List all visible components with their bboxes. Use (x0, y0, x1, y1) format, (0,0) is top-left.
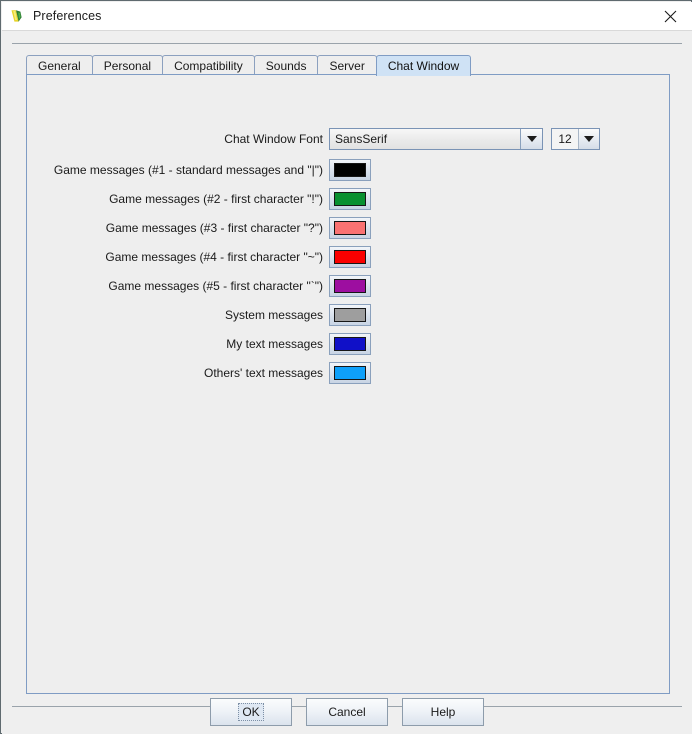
font-size-value: 12 (552, 129, 579, 149)
tab-server[interactable]: Server (317, 55, 377, 76)
color-swatch-button[interactable] (329, 333, 371, 355)
tab-general[interactable]: General (26, 55, 93, 76)
color-swatch-button[interactable] (329, 362, 371, 384)
color-swatch (334, 279, 366, 293)
color-swatch (334, 192, 366, 206)
color-row-label: Others' text messages (203, 366, 323, 380)
cancel-button-label: Cancel (328, 705, 366, 719)
tab-label: Personal (103, 59, 152, 73)
preferences-dialog: Preferences General Personal Compatibili… (0, 0, 692, 734)
tab-personal[interactable]: Personal (91, 55, 164, 76)
top-divider (12, 43, 682, 44)
tab-bar: General Personal Compatibility Sounds Se… (26, 54, 472, 76)
help-button[interactable]: Help (402, 698, 484, 726)
color-swatch-button[interactable] (329, 159, 371, 181)
color-swatch (334, 221, 366, 235)
ok-button[interactable]: OK (210, 698, 292, 726)
color-swatch-button[interactable] (329, 188, 371, 210)
color-row-others-text: Others' text messages (27, 361, 647, 385)
dialog-body: General Personal Compatibility Sounds Se… (2, 31, 692, 734)
color-swatch-button[interactable] (329, 246, 371, 268)
color-swatch (334, 366, 366, 380)
color-row-system: System messages (27, 303, 647, 327)
color-row-game-1: Game messages (#1 - standard messages an… (27, 158, 647, 182)
color-row-label: Game messages (#3 - first character "?") (105, 221, 323, 235)
dialog-button-bar: OK Cancel Help (2, 698, 692, 726)
color-row-label: Game messages (#4 - first character "~") (105, 250, 323, 264)
color-row-label: System messages (224, 308, 323, 322)
color-row-game-3: Game messages (#3 - first character "?") (27, 216, 647, 240)
chat-window-panel: Chat Window Font SansSerif 12 Game messa… (26, 74, 670, 694)
color-row-game-2: Game messages (#2 - first character "!") (27, 187, 647, 211)
color-swatch-button[interactable] (329, 217, 371, 239)
tab-label: General (38, 59, 81, 73)
window-title: Preferences (33, 9, 102, 23)
font-family-value: SansSerif (330, 129, 520, 149)
color-swatch (334, 250, 366, 264)
color-row-game-4: Game messages (#4 - first character "~") (27, 245, 647, 269)
font-size-select[interactable]: 12 (551, 128, 600, 150)
color-row-game-5: Game messages (#5 - first character "`") (27, 274, 647, 298)
tab-label: Server (329, 59, 365, 73)
color-swatch-button[interactable] (329, 304, 371, 326)
color-swatch-button[interactable] (329, 275, 371, 297)
app-leaf-icon (9, 8, 25, 24)
color-swatch (334, 337, 366, 351)
color-row-label: Game messages (#5 - first character "`") (108, 279, 323, 293)
chat-window-font-row: Chat Window Font SansSerif 12 (27, 128, 647, 150)
tab-label: Chat Window (387, 59, 460, 73)
close-icon[interactable] (648, 2, 692, 30)
color-swatch (334, 308, 366, 322)
color-row-label: Game messages (#1 - standard messages an… (53, 163, 323, 177)
tab-sounds[interactable]: Sounds (253, 55, 319, 76)
cancel-button[interactable]: Cancel (306, 698, 388, 726)
ok-button-label: OK (238, 703, 264, 721)
font-family-select[interactable]: SansSerif (329, 128, 543, 150)
color-row-label: My text messages (226, 337, 323, 351)
tab-label: Sounds (265, 59, 307, 73)
tab-compatibility[interactable]: Compatibility (162, 55, 255, 76)
chevron-down-icon[interactable] (520, 129, 542, 149)
color-row-label: Game messages (#2 - first character "!") (109, 192, 323, 206)
color-swatch (334, 163, 366, 177)
tab-label: Compatibility (174, 59, 243, 73)
chat-window-font-label: Chat Window Font (224, 132, 323, 146)
help-button-label: Help (430, 705, 456, 719)
color-row-my-text: My text messages (27, 332, 647, 356)
title-bar: Preferences (2, 2, 692, 30)
chevron-down-icon[interactable] (579, 129, 599, 149)
tab-chat-window[interactable]: Chat Window (375, 55, 472, 76)
